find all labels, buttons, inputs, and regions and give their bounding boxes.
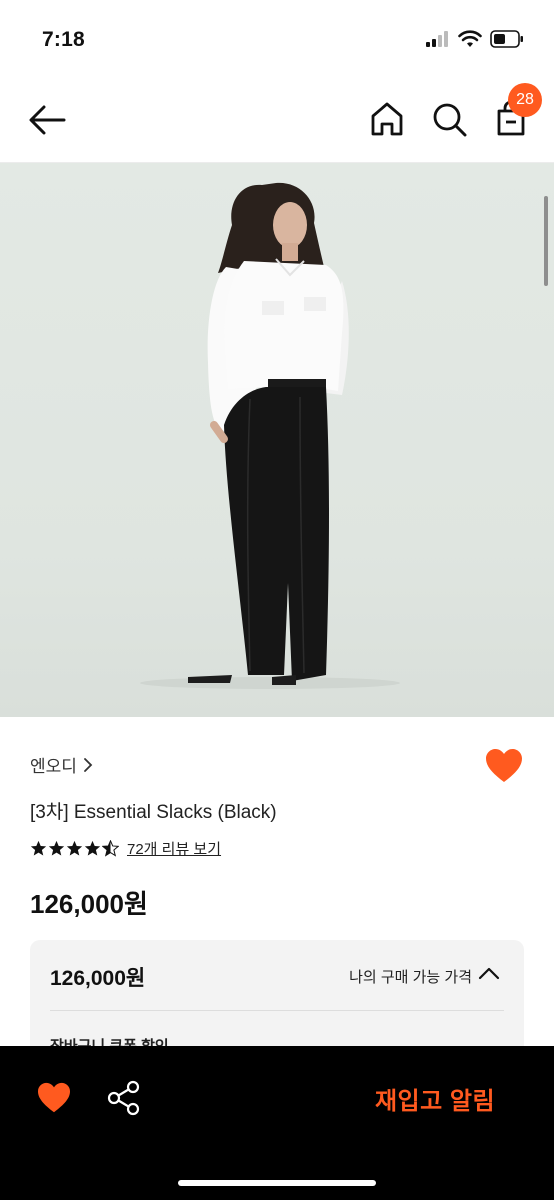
back-button[interactable] bbox=[26, 100, 70, 140]
star-icon bbox=[30, 840, 47, 856]
top-nav bbox=[0, 80, 554, 163]
brand-name: 엔오디 bbox=[30, 757, 77, 776]
status-icons bbox=[426, 30, 524, 48]
half-star-icon bbox=[102, 840, 119, 857]
heart-icon bbox=[38, 1082, 70, 1113]
product-title: [3차] Essential Slacks (Black) bbox=[30, 802, 277, 823]
search-icon bbox=[433, 103, 467, 137]
review-link[interactable]: 72개 리뷰 보기 bbox=[127, 838, 221, 859]
status-time: 7:18 bbox=[42, 28, 85, 51]
product-price: 126,000원 bbox=[30, 889, 148, 919]
like-button[interactable] bbox=[484, 747, 524, 785]
brand-link[interactable]: 엔오디 bbox=[30, 752, 93, 777]
heart-icon bbox=[486, 749, 522, 782]
rating-stars bbox=[30, 840, 119, 857]
chevron-right-icon bbox=[84, 757, 93, 772]
purchase-price-label[interactable]: 나의 구매 가능 가격 bbox=[349, 966, 472, 987]
star-icon bbox=[48, 840, 65, 856]
home-button[interactable] bbox=[366, 98, 408, 140]
share-icon bbox=[107, 1080, 140, 1116]
product-image[interactable] bbox=[0, 163, 554, 717]
signal-icon bbox=[426, 31, 448, 47]
arrow-left-icon bbox=[29, 105, 66, 135]
battery-icon bbox=[490, 30, 523, 48]
divider bbox=[50, 1010, 504, 1011]
home-indicator bbox=[178, 1180, 376, 1186]
bottom-action-bar: 재입고 알림 bbox=[0, 1046, 554, 1200]
image-scroll-indicator bbox=[544, 196, 548, 286]
like-button-bottom[interactable] bbox=[36, 1082, 72, 1114]
wifi-icon bbox=[458, 30, 482, 47]
product-photo-illustration bbox=[140, 182, 400, 689]
purchase-price: 126,000원 bbox=[50, 967, 146, 990]
home-icon bbox=[371, 102, 403, 136]
share-button[interactable] bbox=[107, 1080, 141, 1116]
search-button[interactable] bbox=[428, 98, 470, 140]
chevron-up-icon[interactable] bbox=[478, 966, 500, 980]
star-icon bbox=[84, 840, 101, 856]
status-bar: 7:18 bbox=[0, 0, 554, 80]
cart-count-badge: 28 bbox=[508, 83, 542, 117]
rating-row: 72개 리뷰 보기 bbox=[30, 838, 221, 859]
star-icon bbox=[66, 840, 83, 856]
restock-alert-button[interactable]: 재입고 알림 bbox=[350, 1078, 520, 1118]
